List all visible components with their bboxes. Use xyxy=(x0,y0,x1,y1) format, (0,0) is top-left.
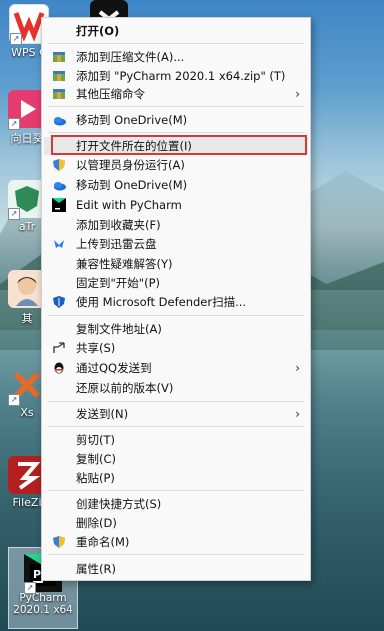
defender-icon xyxy=(52,295,66,309)
menu-item-label: 重命名(M) xyxy=(76,535,130,549)
menu-item-defender-scan[interactable]: 使用 Microsoft Defender扫描... xyxy=(42,292,310,312)
menu-item-copy[interactable]: 复制(C) xyxy=(42,449,310,469)
menu-item-create-shortcut[interactable]: 创建快捷方式(S) xyxy=(42,494,310,514)
menu-item-label: 发送到(N) xyxy=(76,407,129,421)
red-highlight-box xyxy=(51,135,307,155)
menu-item-properties[interactable]: 属性(R) xyxy=(42,559,310,579)
menu-item-add-favorites[interactable]: 添加到收藏夹(F) xyxy=(42,215,310,235)
chevron-right-icon: › xyxy=(295,407,300,421)
menu-item-paste[interactable]: 粘贴(P) xyxy=(42,468,310,488)
menu-separator xyxy=(48,426,304,427)
menu-item-upload-xunlei[interactable]: 上传到迅雷云盘 xyxy=(42,234,310,254)
menu-item-compat-troubleshoot[interactable]: 兼容性疑难解答(Y) xyxy=(42,254,310,274)
archive-icon xyxy=(52,69,66,83)
menu-separator xyxy=(48,401,304,402)
onedrive-icon xyxy=(52,113,66,127)
menu-item-label: Edit with PyCharm xyxy=(76,198,182,212)
context-menu: 打开(O) 添加到压缩文件(A)... 添加到 "PyCharm 2020.1 … xyxy=(41,17,311,581)
menu-item-label: 剪切(T) xyxy=(76,433,115,447)
chevron-right-icon: › xyxy=(295,361,300,375)
menu-item-label: 通过QQ发送到 xyxy=(76,361,152,375)
menu-separator xyxy=(48,490,304,491)
shield-uac-icon xyxy=(52,158,66,172)
menu-item-delete[interactable]: 删除(D) xyxy=(42,513,310,533)
menu-item-label: 兼容性疑难解答(Y) xyxy=(76,257,173,271)
menu-item-edit-pycharm[interactable]: Edit with PyCharm xyxy=(42,195,310,215)
archive-icon xyxy=(52,87,66,101)
menu-separator xyxy=(48,43,304,44)
menu-item-label: 使用 Microsoft Defender扫描... xyxy=(76,295,247,309)
menu-item-move-onedrive-2[interactable]: 移动到 OneDrive(M) xyxy=(42,175,310,195)
menu-item-label: 其他压缩命令 xyxy=(76,87,145,101)
menu-item-label: 固定到"开始"(P) xyxy=(76,276,160,290)
menu-item-label: 打开(O) xyxy=(76,24,120,38)
desktop-icon-label: PyCharm 2020.1 x64 xyxy=(13,592,73,616)
menu-item-label: 上传到迅雷云盘 xyxy=(76,237,157,251)
menu-item-label: 移动到 OneDrive(M) xyxy=(76,113,188,127)
archive-icon xyxy=(52,50,66,64)
menu-item-copy-path[interactable]: 复制文件地址(A) xyxy=(42,319,310,339)
menu-item-open[interactable]: 打开(O) xyxy=(42,21,310,41)
menu-item-label: 移动到 OneDrive(M) xyxy=(76,178,188,192)
menu-item-label: 创建快捷方式(S) xyxy=(76,497,162,511)
menu-item-share[interactable]: 共享(S) xyxy=(42,338,310,358)
menu-separator xyxy=(48,106,304,107)
menu-item-label: 添加到压缩文件(A)... xyxy=(76,50,185,64)
menu-item-run-as-admin[interactable]: 以管理员身份运行(A) xyxy=(42,155,310,175)
shortcut-arrow-icon: ↗ xyxy=(8,394,20,406)
pycharm-icon xyxy=(52,198,66,212)
menu-item-label: 属性(R) xyxy=(76,562,116,576)
menu-item-label: 添加到 "PyCharm 2020.1 x64.zip" (T) xyxy=(76,69,286,83)
menu-item-send-to[interactable]: 发送到(N) › xyxy=(42,404,310,424)
shortcut-arrow-icon: ↗ xyxy=(10,33,22,45)
menu-item-label: 添加到收藏夹(F) xyxy=(76,218,161,232)
shortcut-arrow-icon: ↗ xyxy=(8,118,20,130)
menu-item-label: 共享(S) xyxy=(76,341,116,355)
menu-item-pin-start[interactable]: 固定到"开始"(P) xyxy=(42,273,310,293)
menu-item-add-zip[interactable]: 添加到 "PyCharm 2020.1 x64.zip" (T) xyxy=(42,66,310,86)
menu-separator xyxy=(48,315,304,316)
menu-item-move-onedrive[interactable]: 移动到 OneDrive(M) xyxy=(42,110,310,130)
menu-item-label: 还原以前的版本(V) xyxy=(76,381,174,395)
menu-item-label: 删除(D) xyxy=(76,516,117,530)
menu-item-label: 粘贴(P) xyxy=(76,471,115,485)
chevron-right-icon: › xyxy=(295,87,300,101)
shortcut-arrow-icon: ↗ xyxy=(24,582,36,594)
qq-icon xyxy=(52,361,66,375)
menu-item-label: 以管理员身份运行(A) xyxy=(76,158,185,172)
share-icon xyxy=(52,341,66,355)
onedrive-icon xyxy=(52,178,66,192)
xunlei-icon xyxy=(52,237,66,251)
menu-item-send-qq[interactable]: 通过QQ发送到 › xyxy=(42,358,310,378)
menu-item-cut[interactable]: 剪切(T) xyxy=(42,430,310,450)
menu-item-restore-versions[interactable]: 还原以前的版本(V) xyxy=(42,378,310,398)
menu-item-label: 复制文件地址(A) xyxy=(76,322,162,336)
menu-item-rename[interactable]: 重命名(M) xyxy=(42,532,310,552)
menu-item-add-archive[interactable]: 添加到压缩文件(A)... xyxy=(42,47,310,67)
shield-uac-icon xyxy=(52,535,66,549)
menu-item-label: 复制(C) xyxy=(76,452,117,466)
menu-separator xyxy=(48,554,304,555)
shortcut-arrow-icon: ↗ xyxy=(8,208,20,220)
menu-separator xyxy=(48,132,304,133)
menu-item-other-compress[interactable]: 其他压缩命令 › xyxy=(42,84,310,104)
